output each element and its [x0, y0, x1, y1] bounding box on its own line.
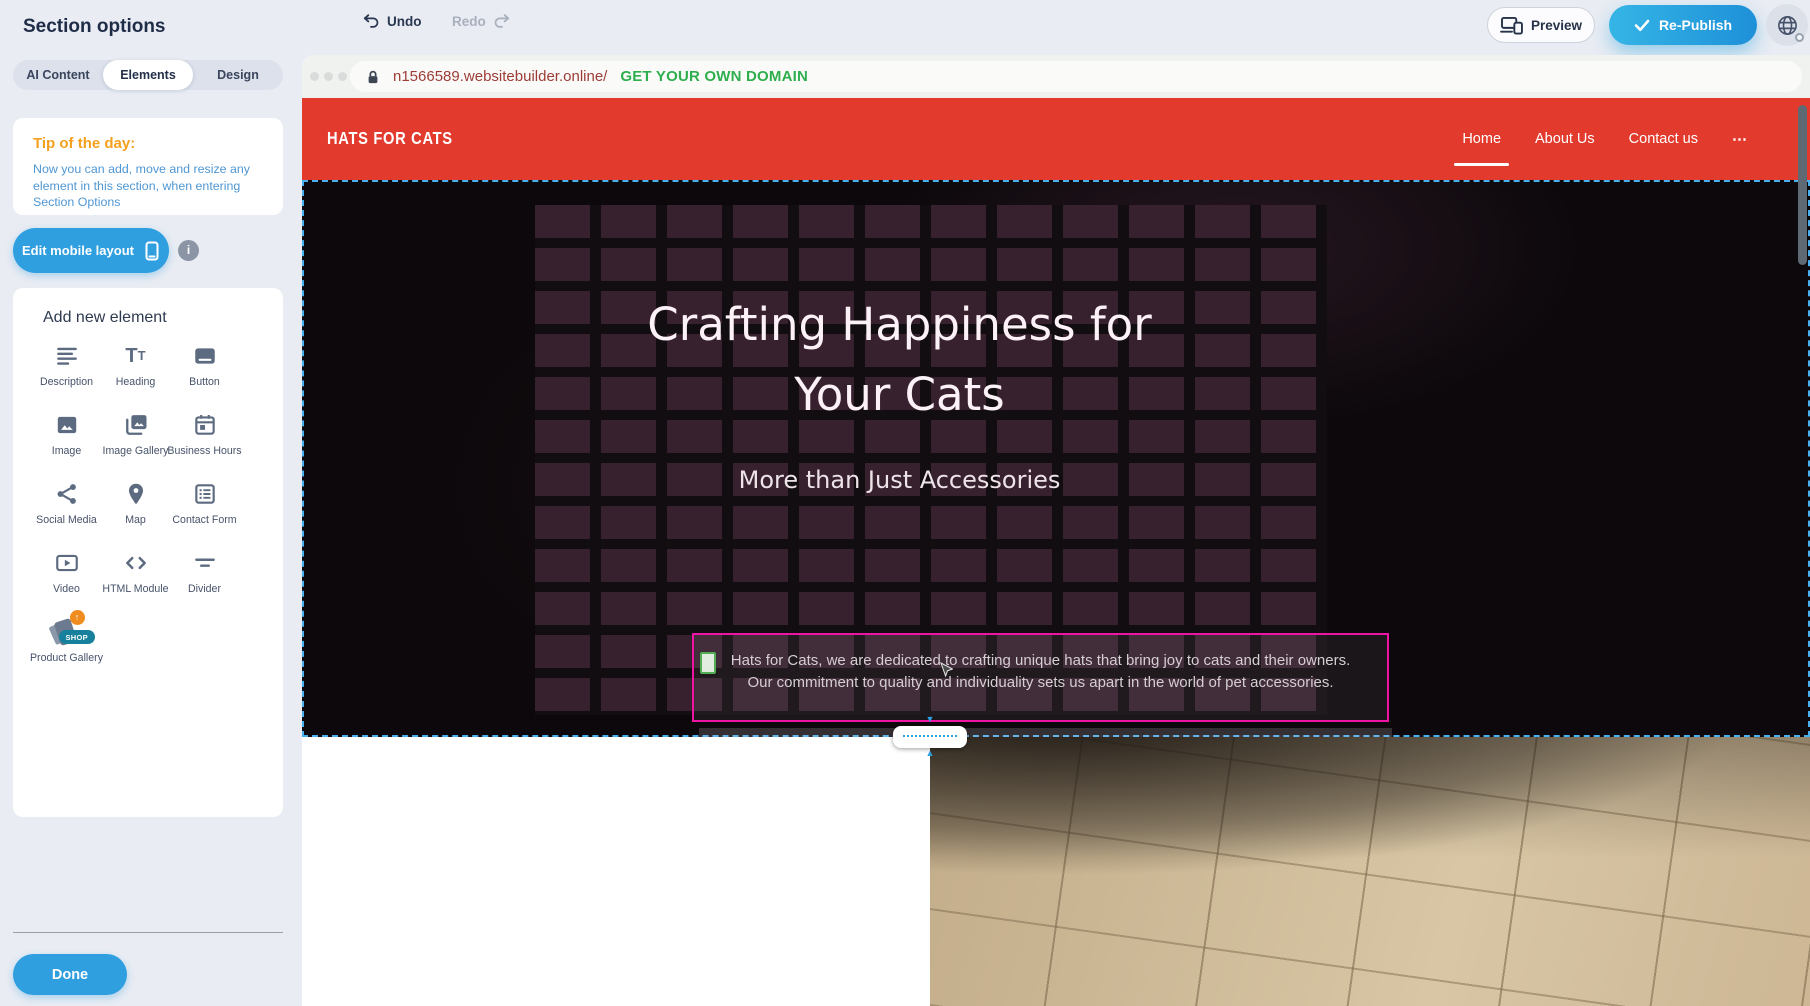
hero-heading[interactable]: Crafting Happiness for Your Cats — [537, 290, 1262, 430]
address-bar: n1566589.websitebuilder.online/ GET YOUR… — [350, 61, 1802, 92]
resize-arrow-up-icon: ▲ — [893, 749, 967, 758]
site-nav: Home About Us Contact us ⋯ — [1462, 98, 1748, 180]
site-logo[interactable]: HATS FOR CATS — [327, 128, 453, 149]
image-icon — [54, 409, 80, 441]
video-icon — [53, 547, 81, 579]
selected-text-element[interactable]: Hats for Cats, we are dedicated to craft… — [692, 633, 1389, 722]
mouse-cursor — [940, 662, 953, 679]
image-gallery-icon — [122, 409, 150, 441]
hero-body-text: Hats for Cats, we are dedicated to craft… — [694, 635, 1387, 693]
tip-title: Tip of the day: — [33, 135, 263, 152]
resize-arrow-down-icon: ▼ — [893, 715, 967, 724]
add-element-description[interactable]: Description — [32, 340, 101, 393]
preview-button[interactable]: Preview — [1487, 7, 1595, 43]
hero-subheading[interactable]: More than Just Accessories — [537, 466, 1262, 494]
republish-button[interactable]: Re-Publish — [1609, 5, 1757, 45]
element-grid: Description TT Heading Button Ima — [32, 340, 239, 669]
tab-design[interactable]: Design — [193, 60, 283, 90]
tip-body: Now you can add, move and resize any ele… — [33, 161, 263, 211]
add-element-image[interactable]: Image — [32, 409, 101, 462]
window-dots-icon — [310, 72, 347, 81]
panel-tabbar: AI Content Elements Design — [13, 60, 283, 90]
hero-section-selected[interactable]: Crafting Happiness for Your Cats More th… — [302, 180, 1810, 737]
business-hours-icon — [192, 409, 218, 441]
floor-photo — [930, 737, 1810, 1006]
divider-icon — [192, 547, 218, 579]
html-module-icon — [122, 547, 150, 579]
nav-more-menu[interactable]: ⋯ — [1732, 130, 1748, 148]
next-section[interactable] — [302, 737, 1810, 1006]
redo-button[interactable]: Redo — [452, 13, 511, 29]
tab-elements[interactable]: Elements — [103, 60, 193, 90]
nav-about-us[interactable]: About Us — [1535, 131, 1595, 147]
section-resize-handle[interactable]: ▼ ▲ — [893, 726, 967, 748]
add-new-element-card: Add new element Description TT Heading — [13, 288, 283, 817]
lock-icon — [366, 69, 380, 85]
heading-icon: TT — [125, 340, 145, 372]
undo-button[interactable]: Undo — [362, 13, 422, 29]
language-globe-button[interactable] — [1766, 4, 1808, 46]
product-gallery-icon: ↑ SHOP — [49, 616, 85, 648]
add-element-map[interactable]: Map — [101, 478, 170, 531]
description-icon — [54, 340, 80, 372]
social-media-icon — [54, 478, 80, 510]
panel-title: Section options — [23, 16, 166, 38]
map-pin-icon — [123, 478, 149, 510]
get-domain-link[interactable]: GET YOUR OWN DOMAIN — [620, 68, 808, 85]
add-element-button[interactable]: Button — [170, 340, 239, 393]
tab-ai-content[interactable]: AI Content — [13, 60, 103, 90]
resize-dotted-line — [903, 735, 957, 737]
nav-home[interactable]: Home — [1462, 131, 1501, 147]
contact-form-icon — [192, 478, 218, 510]
add-element-social-media[interactable]: Social Media — [32, 478, 101, 531]
globe-icon — [1776, 14, 1799, 37]
upload-arrow-badge: ↑ — [70, 610, 85, 625]
add-element-heading[interactable]: TT Heading — [101, 340, 170, 393]
page-scrollbar-thumb[interactable] — [1798, 105, 1807, 265]
nav-contact-us[interactable]: Contact us — [1629, 131, 1698, 147]
browser-chrome-bar: n1566589.websitebuilder.online/ GET YOUR… — [302, 55, 1810, 98]
element-drag-handle[interactable] — [700, 652, 716, 674]
add-element-contact-form[interactable]: Contact Form — [170, 478, 239, 531]
site-header: HATS FOR CATS Home About Us Contact us ⋯ — [302, 98, 1810, 180]
add-element-product-gallery[interactable]: ↑ SHOP Product Gallery — [32, 616, 101, 669]
phone-icon — [144, 241, 160, 261]
edit-mobile-layout-button[interactable]: Edit mobile layout — [13, 228, 169, 273]
check-icon — [1634, 19, 1650, 32]
site-preview-window: n1566589.websitebuilder.online/ GET YOUR… — [302, 55, 1810, 1006]
website-builder-app: Section options AI Content Elements Desi… — [0, 0, 1810, 1006]
add-element-title: Add new element — [43, 309, 167, 327]
done-button[interactable]: Done — [13, 954, 127, 995]
add-element-image-gallery[interactable]: Image Gallery — [101, 409, 170, 462]
redo-icon — [493, 13, 511, 29]
site-url[interactable]: n1566589.websitebuilder.online/ — [393, 68, 607, 85]
shop-badge: SHOP — [59, 630, 95, 644]
sidebar-divider — [13, 932, 283, 933]
section-options-panel: Section options AI Content Elements Desi… — [0, 0, 302, 1006]
info-icon[interactable]: i — [178, 240, 199, 261]
undo-icon — [362, 13, 380, 29]
tip-of-the-day-card: Tip of the day: Now you can add, move an… — [13, 118, 283, 215]
button-icon — [192, 340, 218, 372]
globe-status-dot — [1795, 33, 1804, 42]
add-element-html-module[interactable]: HTML Module — [101, 547, 170, 600]
add-element-business-hours[interactable]: Business Hours — [170, 409, 239, 462]
edit-mobile-layout-label: Edit mobile layout — [22, 243, 134, 258]
add-element-divider[interactable]: Divider — [170, 547, 239, 600]
devices-icon — [1500, 16, 1523, 35]
add-element-video[interactable]: Video — [32, 547, 101, 600]
